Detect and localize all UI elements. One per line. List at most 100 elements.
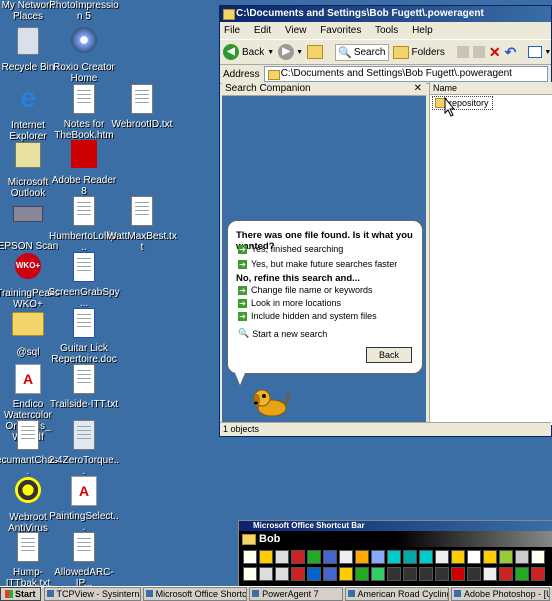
search-back-button[interactable]: Back — [366, 347, 412, 363]
taskbar-item-photoshop[interactable]: Adobe Photoshop - [Unti... — [451, 587, 550, 601]
text-file-icon — [68, 196, 100, 228]
shortcut-icon[interactable] — [259, 550, 273, 564]
taskbar-item-poweragent[interactable]: PowerAgent 7 — [249, 587, 343, 601]
desktop-icon-roxio[interactable]: Roxio Creator Home — [48, 24, 120, 84]
shortcut-icon[interactable] — [291, 550, 305, 564]
desktop-icon-allowedarc[interactable]: AllowedARC-IP... — [48, 530, 120, 589]
shortcut-icon[interactable] — [307, 567, 321, 581]
option-label: Look in more locations — [251, 298, 342, 308]
desktop-icon-zerotorque[interactable]: 2.4ZeroTorque... — [48, 418, 120, 477]
option-finished-searching[interactable]: ➔ Yes, finished searching — [238, 244, 343, 254]
taskbar-item-american-road-cycling[interactable]: American Road Cycling : ... — [344, 587, 450, 601]
menu-view[interactable]: View — [285, 25, 307, 36]
menu-file[interactable]: File — [224, 25, 240, 36]
shortcut-icon[interactable] — [515, 567, 529, 581]
start-button[interactable]: Start — [0, 587, 41, 601]
back-button[interactable]: ◀ Back ▼ — [223, 44, 274, 60]
shortcut-icon[interactable] — [419, 550, 433, 564]
copy-to-button[interactable] — [472, 46, 485, 58]
shortcut-icon[interactable] — [499, 550, 513, 564]
shortcut-icon[interactable] — [435, 550, 449, 564]
epson-scan-icon — [12, 206, 44, 238]
up-folder-button[interactable] — [307, 45, 324, 59]
shortcut-icon[interactable] — [483, 550, 497, 564]
move-to-button[interactable] — [456, 46, 469, 58]
menu-help[interactable]: Help — [412, 25, 433, 36]
window-titlebar[interactable]: C:\Documents and Settings\Bob Fugett\.po… — [220, 6, 551, 22]
desktop-icon-trailside[interactable]: Trailside-ITT.txt — [48, 362, 120, 410]
shortcut-icon[interactable] — [291, 567, 305, 581]
option-more-locations[interactable]: ➔ Look in more locations — [238, 298, 341, 308]
address-input[interactable]: C:\Documents and Settings\Bob Fugett\.po… — [263, 66, 548, 82]
text-file-icon — [68, 364, 100, 396]
shortcut-icon[interactable] — [307, 550, 321, 564]
folder-icon — [223, 9, 235, 20]
office-bar-group-button[interactable]: Bob — [239, 531, 552, 547]
shortcut-icon[interactable] — [275, 550, 289, 564]
shortcut-icon[interactable] — [515, 550, 529, 564]
folders-button[interactable]: Folders — [392, 45, 445, 59]
option-hidden-system-files[interactable]: ➔ Include hidden and system files — [238, 311, 377, 321]
desktop-icon-label: PhotoImpression 5 — [49, 0, 119, 22]
taskbar-item-office-shortcut[interactable]: Microsoft Office Shortcut... — [142, 587, 248, 601]
desktop-icon-guitar-lick[interactable]: Guitar Lick Repertoire.doc — [48, 306, 120, 365]
shortcut-icon[interactable] — [419, 567, 433, 581]
menu-edit[interactable]: Edit — [254, 25, 271, 36]
close-icon[interactable]: ✕ — [414, 82, 422, 95]
forward-button[interactable]: ▶ ▼ — [278, 44, 303, 60]
shortcut-icon[interactable] — [259, 567, 273, 581]
desktop-icon-screengrabspy[interactable]: ScreenGrabSpy... — [48, 250, 120, 309]
shortcut-icon[interactable] — [403, 567, 417, 581]
shortcut-icon[interactable] — [451, 550, 465, 564]
option-new-search[interactable]: 🔍 Start a new search — [238, 328, 327, 339]
shortcut-icon[interactable] — [435, 567, 449, 581]
shortcut-icon[interactable] — [403, 550, 417, 564]
shortcut-icon[interactable] — [371, 567, 385, 581]
roxio-icon — [68, 27, 100, 59]
undo-button[interactable]: ↶ — [505, 44, 517, 61]
shortcut-icon[interactable] — [467, 550, 481, 564]
shortcut-icon[interactable] — [339, 567, 353, 581]
shortcut-icon[interactable] — [275, 567, 289, 581]
search-dog-icon[interactable] — [250, 384, 290, 420]
shortcut-icon[interactable] — [467, 567, 481, 581]
delete-button[interactable]: ✕ — [489, 44, 501, 61]
views-button[interactable]: ▼ — [528, 46, 551, 58]
green-arrow-icon: ➔ — [238, 285, 247, 295]
desktop-icon-photoimpression[interactable]: PhotoImpression 5 — [48, 0, 120, 22]
office-bar-titlebar[interactable]: Microsoft Office Shortcut Bar — [239, 521, 552, 531]
shortcut-icon[interactable] — [323, 550, 337, 564]
shortcut-icon[interactable] — [387, 567, 401, 581]
shortcut-icon[interactable] — [483, 567, 497, 581]
shortcut-icon[interactable] — [499, 567, 513, 581]
menu-favorites[interactable]: Favorites — [320, 25, 361, 36]
menu-tools[interactable]: Tools — [375, 25, 398, 36]
shortcut-icon[interactable] — [243, 550, 257, 564]
shortcut-icon[interactable] — [387, 550, 401, 564]
desktop-icon-label: Roxio Creator Home — [53, 62, 115, 84]
shortcut-icon[interactable] — [355, 567, 369, 581]
search-results-bubble: There was one file found. Is it what you… — [227, 220, 423, 387]
forward-arrow-icon: ▶ — [278, 44, 295, 60]
shortcut-icon[interactable] — [355, 550, 369, 564]
menu-bar: File Edit View Favorites Tools Help — [220, 22, 551, 39]
shortcut-icon[interactable] — [339, 550, 353, 564]
file-item-repository[interactable]: repository — [432, 96, 493, 110]
option-change-file-name[interactable]: ➔ Change file name or keywords — [238, 285, 373, 295]
column-header-name[interactable]: Name — [430, 82, 552, 95]
desktop-icon-webrootid[interactable]: WebrootID.txt — [106, 82, 178, 130]
shortcut-icon[interactable] — [323, 567, 337, 581]
move-to-icon — [456, 46, 469, 58]
shortcut-icon[interactable] — [451, 567, 465, 581]
desktop-icon-wattmaxbest[interactable]: WattMaxBest.txt — [106, 194, 178, 253]
search-button[interactable]: 🔍 Search — [335, 43, 389, 61]
shortcut-icon[interactable] — [371, 550, 385, 564]
desktop-icon-paintingselect[interactable]: A PaintingSelect... — [48, 474, 120, 533]
taskbar-item-tcpview[interactable]: TCPView - Sysinternals: ... — [43, 587, 141, 601]
chevron-down-icon: ▼ — [296, 48, 304, 56]
shortcut-icon[interactable] — [531, 550, 545, 564]
shortcut-icon[interactable] — [531, 567, 545, 581]
option-faster-searches[interactable]: ➔ Yes, but make future searches faster — [238, 259, 397, 269]
shortcut-icon[interactable] — [243, 567, 257, 581]
desktop-icon-adobe-reader[interactable]: Adobe Reader 8 — [48, 138, 120, 197]
